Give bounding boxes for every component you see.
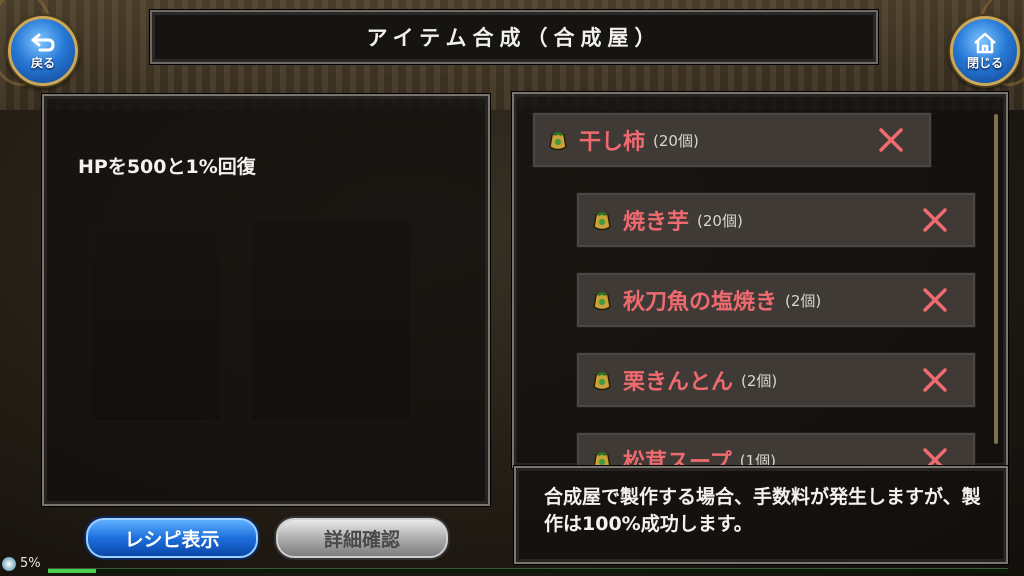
pouch-icon — [593, 371, 611, 391]
message-text: 合成屋で製作する場合、手数料が発生しますが、製作は100%成功します。 — [544, 486, 981, 535]
detail-panel: HPを500と1%回復 — [42, 94, 490, 506]
status-orb-icon — [2, 556, 16, 571]
recipe-item-count: (2個) — [785, 291, 822, 310]
x-icon[interactable] — [921, 286, 949, 314]
x-icon[interactable] — [877, 126, 905, 154]
recipe-row[interactable]: 干し柿 (20個) — [532, 112, 932, 168]
close-button[interactable]: 閉じる — [950, 16, 1020, 86]
recipe-item-name: 松茸スープ — [623, 450, 732, 468]
pouch-icon — [593, 451, 611, 466]
home-icon — [974, 32, 996, 53]
title-bar: アイテム合成（合成屋） — [150, 10, 878, 64]
x-icon[interactable] — [921, 366, 949, 394]
pouch-icon — [593, 211, 611, 231]
recipe-item-name: 秋刀魚の塩焼き — [623, 290, 778, 315]
status-indicator: 5% — [2, 556, 41, 571]
close-button-label: 閉じる — [966, 55, 1003, 70]
recipe-display-button[interactable]: レシピ表示 — [86, 518, 258, 558]
xp-bar-fill — [48, 569, 96, 573]
recipe-list-panel[interactable]: 干し柿 (20個) 焼き芋 (20個) 秋刀魚の塩焼き (2個) 栗きんとん (2個) 松茸スー… — [512, 92, 1008, 468]
back-button[interactable]: 戻る — [8, 16, 78, 86]
back-button-label: 戻る — [30, 55, 55, 70]
recipe-item-count: (20個) — [697, 211, 743, 230]
recipe-list-scrollbar[interactable] — [994, 114, 998, 444]
page-title: アイテム合成（合成屋） — [366, 26, 662, 50]
pouch-icon — [593, 291, 611, 311]
recipe-row[interactable]: 秋刀魚の塩焼き (2個) — [576, 272, 976, 328]
recipe-item-count: (2個) — [741, 371, 778, 390]
recipe-item-name: 栗きんとん — [623, 370, 734, 395]
item-description: HPを500と1%回復 — [78, 156, 256, 178]
status-percent: 5% — [20, 556, 41, 571]
recipe-display-label: レシピ表示 — [124, 528, 220, 551]
recipe-row[interactable]: 焼き芋 (20個) — [576, 192, 976, 248]
recipe-row[interactable]: 栗きんとん (2個) — [576, 352, 976, 408]
back-arrow-icon — [31, 33, 55, 51]
detail-confirm-label: 詳細確認 — [323, 528, 400, 551]
recipe-row[interactable]: 松茸スープ (1個) — [576, 432, 976, 468]
recipe-item-count: (20個) — [653, 131, 699, 150]
pouch-icon — [549, 131, 567, 151]
detail-confirm-button[interactable]: 詳細確認 — [276, 518, 448, 558]
recipe-item-name: 焼き芋 — [623, 210, 690, 235]
x-icon[interactable] — [921, 446, 949, 468]
x-icon[interactable] — [921, 206, 949, 234]
xp-bar — [48, 568, 1008, 573]
recipe-item-name: 干し柿 — [579, 130, 646, 155]
message-panel: 合成屋で製作する場合、手数料が発生しますが、製作は100%成功します。 — [514, 466, 1008, 564]
